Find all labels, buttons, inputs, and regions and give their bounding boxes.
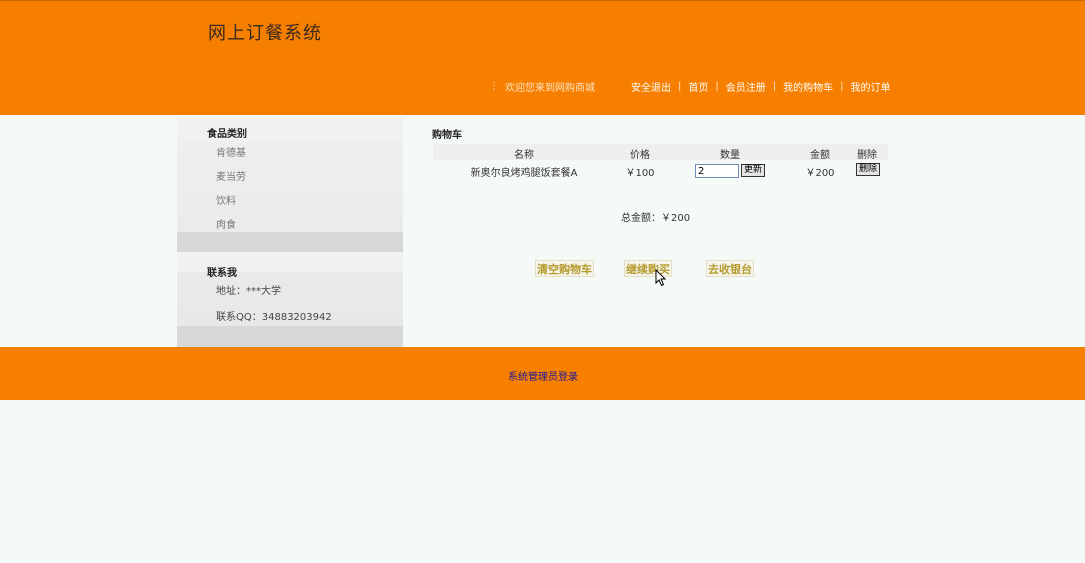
col-name: 名称 [514, 150, 534, 161]
nav-separator: | [772, 80, 777, 92]
nav-my-cart[interactable]: 我的购物车 [783, 79, 833, 94]
nav-logout[interactable]: 安全退出 [631, 79, 671, 94]
nav-separator: | [715, 80, 719, 92]
category-kfc[interactable]: 肯德基 [216, 144, 246, 159]
nav-home[interactable]: 首页 [688, 79, 708, 94]
cart-title: 购物车 [432, 130, 462, 141]
delete-button[interactable]: 删除 [856, 163, 881, 176]
contact-qq: 联系QQ：34883203942 [216, 312, 332, 323]
col-amount: 金额 [810, 150, 830, 161]
col-quantity: 数量 [720, 150, 740, 161]
quantity-input[interactable] [695, 164, 739, 178]
col-delete: 删除 [857, 150, 877, 161]
sidebar: 食品类别 肯德基 麦当劳 饮料 肉食 联系我 地址：***大学 联系QQ：348… [177, 118, 403, 347]
sidebar-band [177, 326, 403, 347]
cart-total: 总金额：￥200 [621, 213, 691, 224]
admin-login-link[interactable]: 系统管理员登录 [508, 368, 578, 383]
update-button[interactable]: 更新 [741, 164, 766, 177]
top-nav: ⋮ 欢迎您来到网购商城 安全退出 | 首页 | 会员注册 | 我的购物车 | 我… [489, 79, 891, 94]
cart-item-price: ￥100 [625, 168, 655, 179]
clear-cart-button[interactable]: 清空购物车 [535, 260, 594, 277]
cart-item-name: 新奥尔良烤鸡腿饭套餐A [470, 168, 578, 179]
sidebar-band [177, 232, 403, 252]
contact-heading: 联系我 [207, 268, 237, 279]
nav-dots: ⋮ [489, 80, 499, 92]
site-title: 网上订餐系统 [208, 23, 322, 44]
nav-my-orders[interactable]: 我的订单 [851, 79, 891, 94]
contact-address: 地址：***大学 [216, 286, 281, 297]
mouse-cursor-icon [655, 269, 667, 287]
welcome-text: 欢迎您来到网购商城 [505, 82, 595, 94]
category-meat[interactable]: 肉食 [216, 216, 236, 231]
header: 网上订餐系统 ⋮ 欢迎您来到网购商城 安全退出 | 首页 | 会员注册 | 我的… [0, 0, 1085, 115]
category-heading: 食品类别 [207, 129, 247, 140]
nav-separator: | [678, 80, 682, 92]
nav-register[interactable]: 会员注册 [726, 79, 766, 94]
category-drinks[interactable]: 饮料 [216, 192, 236, 207]
category-mcdonalds[interactable]: 麦当劳 [216, 168, 246, 183]
checkout-button[interactable]: 去收银台 [706, 260, 754, 277]
cart-item-amount: ￥200 [805, 168, 835, 179]
col-price: 价格 [630, 150, 650, 161]
nav-separator: | [840, 80, 844, 92]
